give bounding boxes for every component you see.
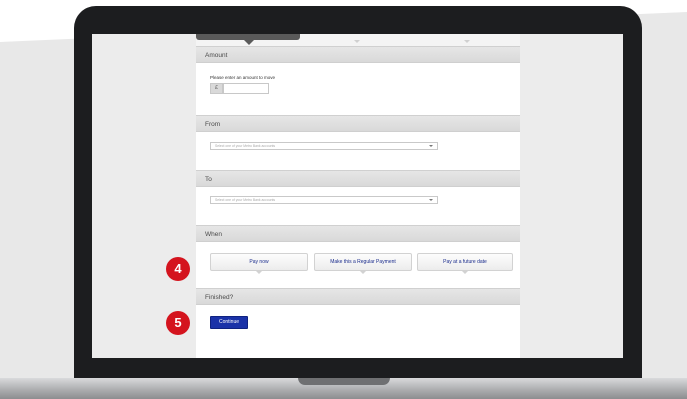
to-section-header: To bbox=[196, 170, 520, 187]
progress-tab-marker bbox=[464, 40, 470, 43]
amount-section-header: Amount bbox=[196, 46, 520, 63]
step-badge-4: 4 bbox=[166, 257, 190, 281]
from-account-select[interactable]: Select one of your Metro Bank accounts bbox=[210, 142, 438, 150]
to-account-select[interactable]: Select one of your Metro Bank accounts bbox=[210, 196, 438, 204]
progress-tab-marker bbox=[354, 40, 360, 43]
from-section-header: From bbox=[196, 115, 520, 132]
future-date-button[interactable]: Pay at a future date bbox=[417, 253, 513, 274]
currency-symbol: £ bbox=[210, 83, 223, 94]
chevron-down-icon bbox=[429, 199, 433, 201]
pay-now-button[interactable]: Pay now bbox=[210, 253, 308, 274]
from-account-placeholder: Select one of your Metro Bank accounts bbox=[215, 144, 276, 148]
chevron-down-icon bbox=[429, 145, 433, 147]
to-account-placeholder: Select one of your Metro Bank accounts bbox=[215, 198, 276, 202]
laptop-screen: Amount Please enter an amount to move £ … bbox=[92, 34, 623, 358]
laptop-notch bbox=[298, 378, 390, 385]
amount-input[interactable] bbox=[223, 83, 269, 94]
amount-prompt: Please enter an amount to move bbox=[210, 75, 276, 80]
step-badge-5: 5 bbox=[166, 311, 190, 335]
move-money-form: Amount Please enter an amount to move £ … bbox=[196, 34, 520, 358]
when-section-header: When bbox=[196, 225, 520, 242]
amount-row: £ bbox=[210, 83, 270, 94]
continue-button[interactable]: Continue bbox=[210, 316, 248, 329]
finished-section-header: Finished? bbox=[196, 288, 520, 305]
progress-tab-active bbox=[196, 34, 300, 45]
regular-payment-button[interactable]: Make this a Regular Payment bbox=[314, 253, 412, 274]
